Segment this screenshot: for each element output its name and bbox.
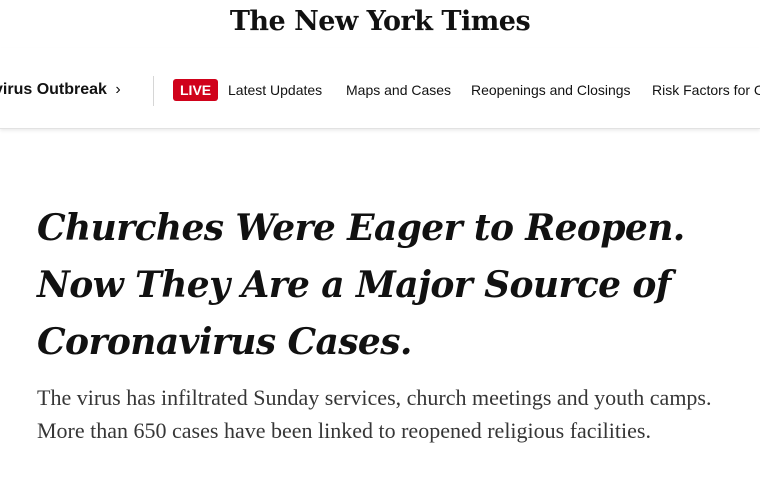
live-badge[interactable]: LIVE xyxy=(173,79,219,101)
section-link-coronavirus-outbreak[interactable]: virus Outbreak › xyxy=(0,81,121,99)
section-link-label: virus Outbreak xyxy=(0,81,107,98)
masthead: The New York Times xyxy=(0,0,760,48)
nyt-logo[interactable]: The New York Times xyxy=(230,6,531,37)
section-navbar: virus Outbreak › LIVE Latest Updates Map… xyxy=(0,48,760,129)
article-summary: The virus has infiltrated Sunday service… xyxy=(37,385,712,443)
article-header: Churches Were Eager to Reopen. Now They … xyxy=(37,200,757,371)
nav-item-risk-factors[interactable]: Risk Factors for C xyxy=(652,82,760,98)
nav-item-reopenings-and-closings[interactable]: Reopenings and Closings xyxy=(471,82,631,98)
nav-item-latest-updates[interactable]: Latest Updates xyxy=(228,82,322,98)
nav-divider xyxy=(153,76,154,106)
chevron-right-icon: › xyxy=(115,81,121,98)
article-headline: Churches Were Eager to Reopen. Now They … xyxy=(37,207,685,363)
nav-item-maps-and-cases[interactable]: Maps and Cases xyxy=(346,82,451,98)
